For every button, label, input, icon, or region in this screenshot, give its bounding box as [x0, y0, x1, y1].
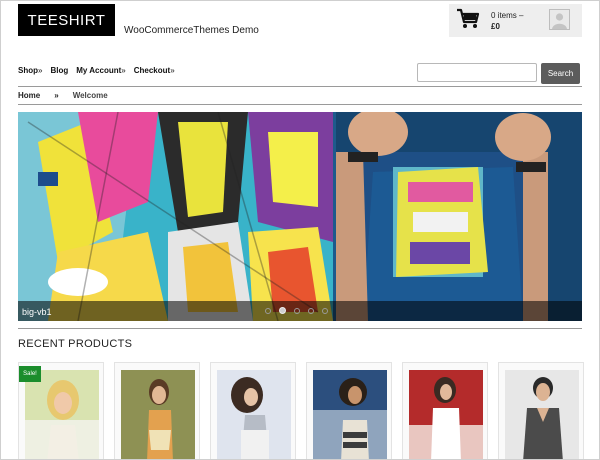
nav-item-shop[interactable]: Shop» — [18, 66, 42, 78]
product-image — [313, 370, 387, 459]
search-button[interactable]: Search — [541, 63, 580, 84]
product-card[interactable] — [306, 362, 392, 459]
main-nav: Shop» Blog My Account» Checkout» — [18, 66, 183, 78]
page-frame: TEESHIRT WooCommerceThemes Demo 0 items … — [0, 0, 600, 460]
slider-dot[interactable] — [308, 308, 314, 314]
submenu-marker: » — [170, 66, 175, 75]
nav-item-my-account[interactable]: My Account» — [76, 66, 126, 78]
slide-caption: big-vb1 — [22, 307, 52, 317]
user-avatar[interactable] — [549, 9, 570, 30]
nav-item-checkout[interactable]: Checkout» — [134, 66, 175, 78]
product-image — [505, 370, 579, 459]
product-image — [121, 370, 195, 459]
cart-widget[interactable]: 0 items – £0 — [449, 4, 582, 37]
slide-image — [18, 112, 582, 321]
site-tagline: WooCommerceThemes Demo — [124, 25, 259, 36]
slider-dot[interactable] — [294, 308, 300, 314]
breadcrumb-divider — [18, 104, 582, 105]
slider-dot[interactable] — [322, 308, 328, 314]
breadcrumb: Home » Welcome — [18, 91, 108, 100]
search-input[interactable] — [417, 63, 537, 82]
slider-divider — [18, 328, 582, 329]
product-card[interactable] — [402, 362, 488, 459]
breadcrumb-home[interactable]: Home — [18, 91, 40, 100]
product-image — [409, 370, 483, 459]
shopping-cart-icon — [457, 8, 480, 28]
product-card[interactable] — [114, 362, 200, 459]
slider-pagination — [265, 307, 328, 314]
sale-badge: Sale! — [19, 366, 41, 382]
site-logo[interactable]: TEESHIRT — [18, 4, 115, 36]
product-image — [25, 370, 99, 459]
nav-item-label: Blog — [50, 66, 69, 75]
breadcrumb-separator: » — [54, 91, 59, 100]
breadcrumb-current: Welcome — [72, 91, 108, 100]
slider-dot-active[interactable] — [279, 307, 286, 314]
product-grid: Sale! — [18, 362, 598, 459]
site-logo-text: TEESHIRT — [27, 11, 106, 29]
nav-item-blog[interactable]: Blog — [50, 66, 68, 78]
cart-item-count: 0 items – — [491, 11, 524, 20]
slider-dot[interactable] — [265, 308, 271, 314]
nav-item-label: My Account — [76, 66, 122, 75]
cart-total: £0 — [491, 22, 500, 31]
submenu-marker: » — [121, 66, 126, 75]
product-card[interactable]: Sale! — [18, 362, 104, 459]
nav-item-label: Checkout — [133, 66, 171, 75]
product-card[interactable] — [498, 362, 584, 459]
hero-slider[interactable]: big-vb1 — [18, 112, 582, 321]
submenu-marker: » — [38, 66, 43, 75]
recent-products-title: RECENT PRODUCTS — [18, 338, 133, 350]
user-silhouette-icon — [550, 10, 569, 29]
header-divider — [18, 86, 582, 87]
product-image — [217, 370, 291, 459]
product-card[interactable] — [210, 362, 296, 459]
nav-item-label: Shop — [18, 66, 38, 75]
